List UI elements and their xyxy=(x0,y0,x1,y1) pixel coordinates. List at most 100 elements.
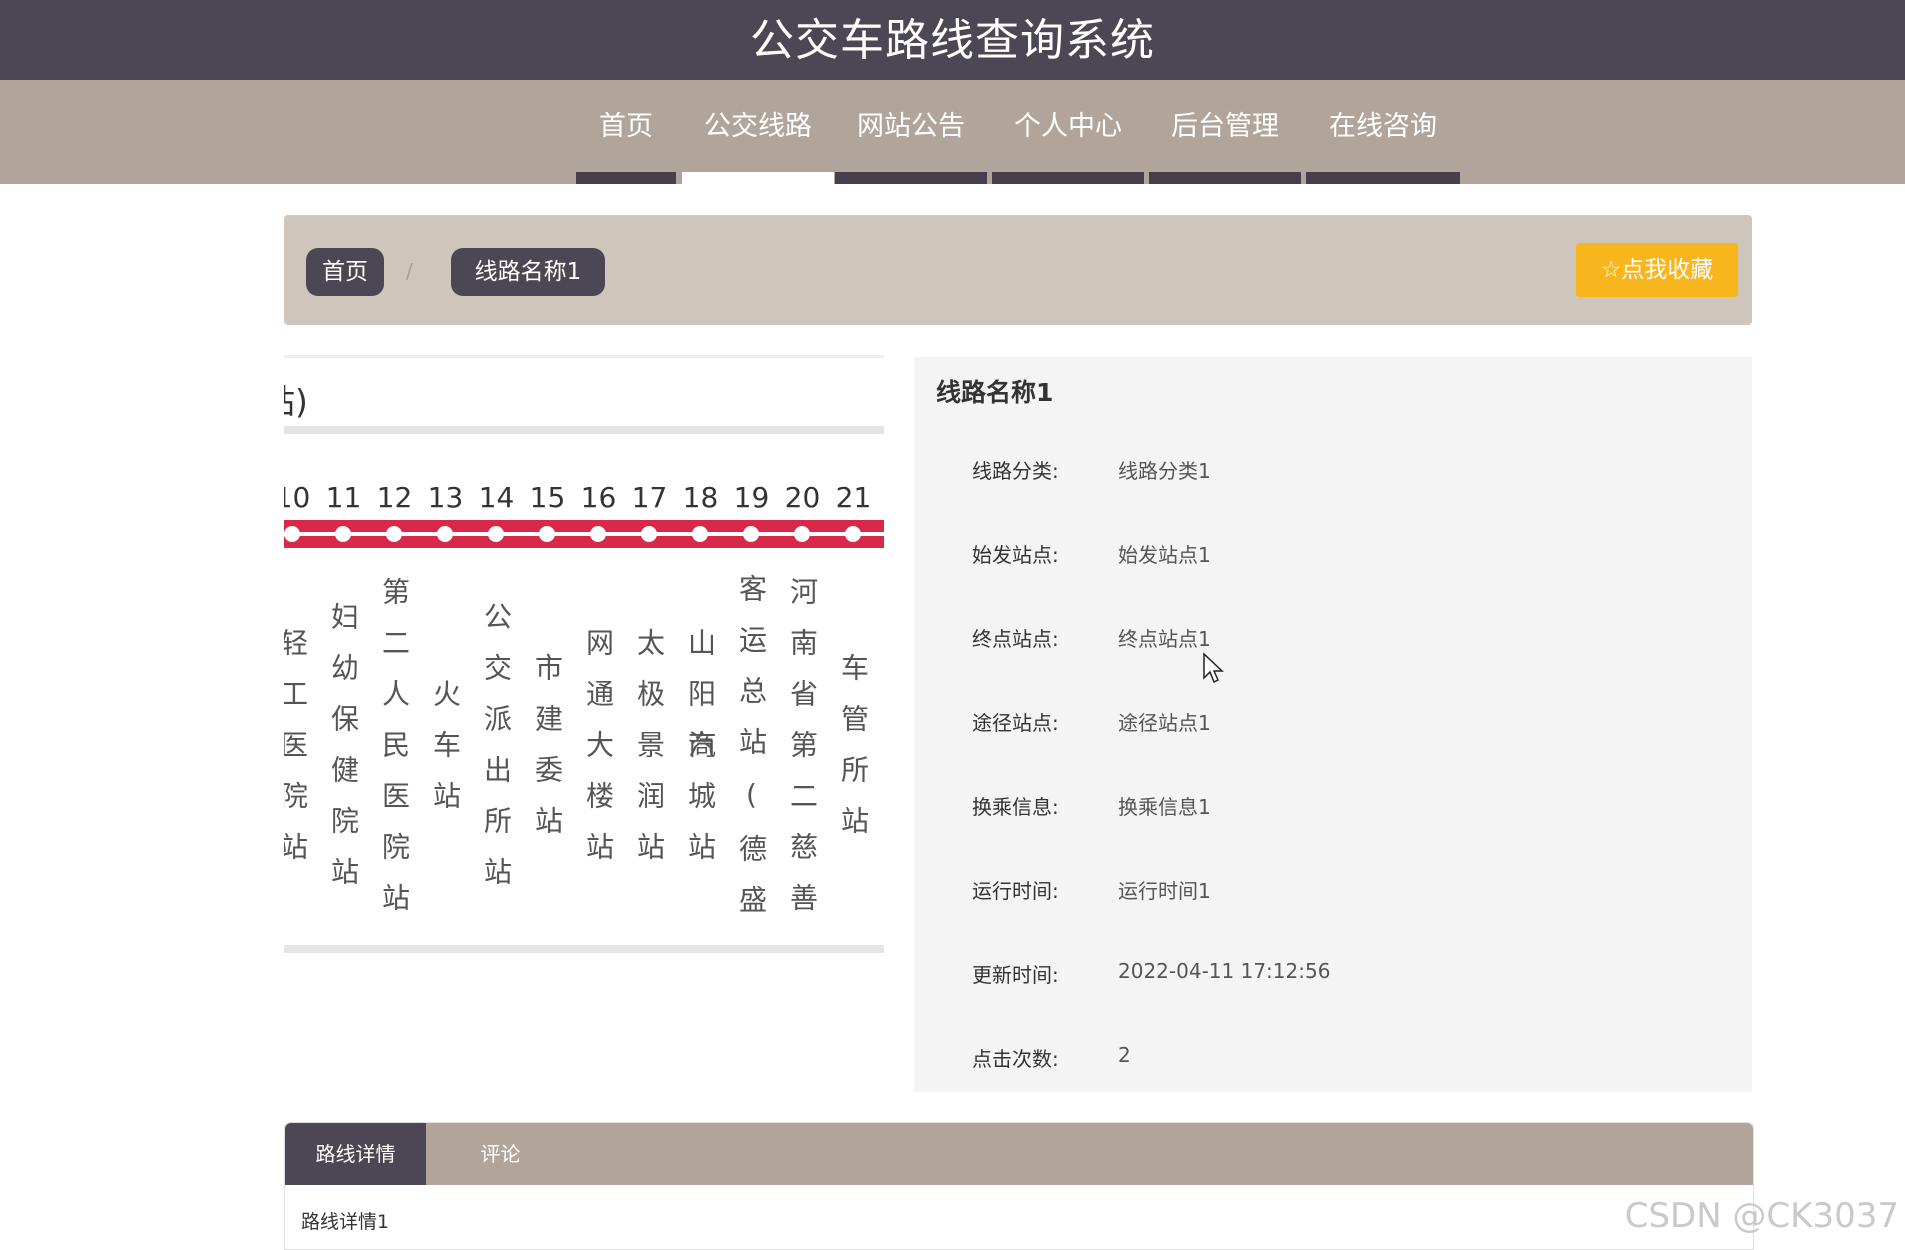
stop-name[interactable]: 市建委站 xyxy=(522,555,573,955)
nav-item-underline xyxy=(1306,172,1460,184)
stop-dot xyxy=(794,526,810,542)
detail-value: 2022-04-11 17:12:56 xyxy=(1118,959,1331,983)
nav-item-home[interactable]: 首页 xyxy=(576,80,676,184)
detail-label: 点击次数: xyxy=(972,1047,1059,1071)
mouse-cursor-icon xyxy=(1202,652,1224,688)
stop-name[interactable]: 太极景润站 xyxy=(624,555,675,955)
route-track xyxy=(284,520,884,548)
nav-item-underline xyxy=(576,172,676,184)
stop-name[interactable]: 妇幼保健院站 xyxy=(318,555,369,955)
stop-dot xyxy=(539,526,555,542)
stop-number: 18 xyxy=(682,481,719,514)
nav-item-online-consult[interactable]: 在线咨询 xyxy=(1306,80,1460,184)
nav-item-label: 后台管理 xyxy=(1171,111,1279,142)
detail-row: 运行时间: 运行时间1 xyxy=(914,869,1752,909)
detail-row: 始发站点: 始发站点1 xyxy=(914,533,1752,573)
divider xyxy=(284,355,884,358)
stop-dot xyxy=(386,526,402,542)
stop-name[interactable]: 轻工医院站 xyxy=(284,555,318,955)
stop-dot xyxy=(335,526,351,542)
detail-label: 运行时间: xyxy=(972,879,1059,903)
route-map-title: 站) xyxy=(284,382,308,421)
stop-dot xyxy=(437,526,453,542)
stop-name[interactable]: 第二人民医院站 xyxy=(369,555,420,955)
nav-item-label: 个人中心 xyxy=(1014,111,1122,142)
stop-name[interactable]: 火车站 xyxy=(420,555,471,955)
nav-item-underline xyxy=(835,172,987,184)
main-nav: 首页 公交线路 网站公告 个人中心 后台管理 在线咨询 xyxy=(0,80,1905,184)
stop-number: 14 xyxy=(478,481,515,514)
detail-row: 换乘信息: 换乘信息1 xyxy=(914,785,1752,825)
breadcrumb-home[interactable]: 首页 xyxy=(306,248,384,296)
detail-row: 更新时间: 2022-04-11 17:12:56 xyxy=(914,953,1752,993)
stop-number: 21 xyxy=(835,481,872,514)
detail-tabs: 路线详情 评论 路线详情1 xyxy=(284,1122,1754,1250)
detail-label: 始发站点: xyxy=(972,543,1059,567)
stop-name[interactable]: 车管所站 xyxy=(828,555,879,955)
nav-item-personal-center[interactable]: 个人中心 xyxy=(992,80,1144,184)
stop-dot xyxy=(743,526,759,542)
detail-row: 点击次数: 2 xyxy=(914,1037,1752,1077)
detail-value: 途径站点1 xyxy=(1118,711,1211,735)
site-header: 公交车路线查询系统 xyxy=(0,0,1905,80)
detail-label: 途径站点: xyxy=(972,711,1059,735)
detail-label: 终点站点: xyxy=(972,627,1059,651)
stop-name[interactable]: 河南省第二慈善 xyxy=(777,555,828,955)
route-map: 站) 10 11 12 13 14 15 16 17 18 19 20 21 轻… xyxy=(284,355,884,955)
detail-label: 线路分类: xyxy=(972,459,1059,483)
breadcrumb: 首页 / 线路名称1 ☆点我收藏 xyxy=(284,215,1752,325)
detail-row: 终点站点: 终点站点1 xyxy=(914,617,1752,657)
detail-value: 终点站点1 xyxy=(1118,627,1211,651)
divider xyxy=(284,945,884,953)
nav-item-underline xyxy=(682,172,834,184)
nav-item-label: 首页 xyxy=(599,111,653,142)
stop-number: 13 xyxy=(427,481,464,514)
stop-number: 15 xyxy=(529,481,566,514)
detail-row: 途径站点: 途径站点1 xyxy=(914,701,1752,741)
stop-name[interactable]: 客运总站(德盛汽 xyxy=(684,555,777,955)
stop-number: 19 xyxy=(733,481,770,514)
stop-number: 10 xyxy=(284,481,311,514)
breadcrumb-current[interactable]: 线路名称1 xyxy=(451,248,605,296)
stop-dot xyxy=(692,526,708,542)
stop-name[interactable]: 网通大楼站 xyxy=(573,555,624,955)
stop-dot xyxy=(641,526,657,542)
nav-item-bus-routes[interactable]: 公交线路 xyxy=(682,80,834,184)
stop-name[interactable]: 公交派出所站 xyxy=(471,555,522,955)
stop-dot xyxy=(284,526,300,542)
route-details: 线路名称1 线路分类: 线路分类1 始发站点: 始发站点1 终点站点: 终点站点… xyxy=(914,357,1752,1092)
nav-item-label: 网站公告 xyxy=(857,111,965,142)
detail-value: 线路分类1 xyxy=(1118,459,1211,483)
nav-item-underline xyxy=(1149,172,1301,184)
detail-value: 2 xyxy=(1118,1043,1131,1067)
site-title: 公交车路线查询系统 xyxy=(750,15,1155,66)
watermark: CSDN @CK3037 xyxy=(1624,1196,1899,1236)
divider xyxy=(284,426,884,434)
stop-number: 11 xyxy=(325,481,362,514)
stop-number: 17 xyxy=(631,481,668,514)
stop-dot xyxy=(488,526,504,542)
detail-label: 换乘信息: xyxy=(972,795,1059,819)
nav-item-underline xyxy=(992,172,1144,184)
details-title: 线路名称1 xyxy=(936,378,1054,407)
detail-value: 运行时间1 xyxy=(1118,879,1211,903)
detail-label: 更新时间: xyxy=(972,963,1059,987)
stop-number: 20 xyxy=(784,481,821,514)
nav-item-admin[interactable]: 后台管理 xyxy=(1149,80,1301,184)
stop-dot xyxy=(590,526,606,542)
detail-row: 线路分类: 线路分类1 xyxy=(914,449,1752,489)
nav-item-label: 公交线路 xyxy=(704,111,812,142)
tab-content: 路线详情1 xyxy=(301,1211,390,1233)
detail-value: 换乘信息1 xyxy=(1118,795,1211,819)
stop-number: 12 xyxy=(376,481,413,514)
tab-bar: 路线详情 评论 xyxy=(285,1123,1753,1185)
tab-comments[interactable]: 评论 xyxy=(430,1123,571,1185)
tab-route-details[interactable]: 路线详情 xyxy=(285,1123,426,1185)
favorite-button[interactable]: ☆点我收藏 xyxy=(1576,243,1738,297)
breadcrumb-separator: / xyxy=(406,259,413,283)
stop-number: 16 xyxy=(580,481,617,514)
stop-dot xyxy=(845,526,861,542)
nav-item-label: 在线咨询 xyxy=(1329,111,1437,142)
nav-item-announcements[interactable]: 网站公告 xyxy=(835,80,987,184)
detail-value: 始发站点1 xyxy=(1118,543,1211,567)
